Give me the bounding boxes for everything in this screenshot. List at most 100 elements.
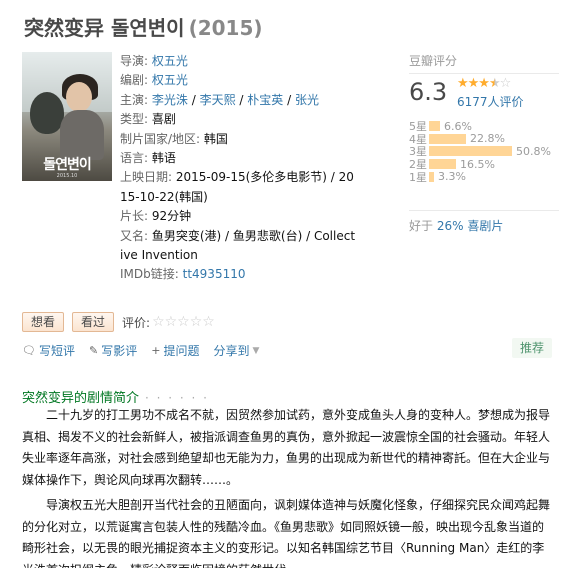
watched-button[interactable]: 看过 [72,312,115,332]
distribution-row: 5星 6.6% [409,119,559,134]
distribution-percent: 22.8% [470,132,505,146]
distribution-row: 3星 50.8% [409,144,559,159]
info-writer: 编剧: 权五光 [120,71,350,90]
director-link[interactable]: 权五光 [152,54,188,68]
summary-heading: 突然变异的剧情简介 · · · · · · [22,387,209,406]
want-to-watch-button[interactable]: 想看 [22,312,65,332]
imdb-link[interactable]: tt4935110 [183,267,246,281]
genre-value: 喜剧 [151,112,176,127]
poster-woman-body [60,110,104,160]
better-prefix: 好于 [409,219,437,233]
movie-info: 导演: 权五光 编剧: 权五光 主演: 李光洙 / 李天熙 / 朴宝英 / 张光… [120,52,355,285]
write-review-button[interactable]: ✎ 写影评 [89,342,137,359]
info-aka: 又名: 鱼男突变(港) / 鱼男悲歌(台) / Collect [120,227,355,246]
cast-link[interactable]: 李天熙 [200,93,236,107]
cast-separator: / [235,92,248,107]
info-runtime: 片长: 92分钟 [120,207,350,226]
imdb-label: IMDb链接: [120,267,179,282]
rating-header: 豆瓣评分 [409,52,559,74]
director-label: 导演: [120,54,149,68]
info-aka-cont: ive Invention [120,246,350,265]
writer-link[interactable]: 权五光 [152,73,188,87]
chevron-down-icon: ▼ [252,345,260,356]
distribution-percent: 50.8% [516,144,551,158]
writer-label: 编剧: [120,73,149,88]
star-off-icon: ☆ [499,76,512,91]
summary-paragraph: 二十九岁的打工男功不成名不就，因贸然参加试药，意外变成鱼头人身的变种人。梦想成为… [22,408,551,487]
poster-title-text: 돌연변이 [43,157,92,173]
distribution-bar [429,133,466,144]
info-country: 制片国家/地区: 韩国 [120,130,350,149]
distribution-row: 2星 16.5% [409,157,559,172]
release-value-line2: 15-10-22(韩国) [120,189,208,204]
distribution-bar [429,159,456,170]
language-label: 语言: [120,151,149,166]
plus-icon: + [151,344,161,357]
distribution-percent: 3.3% [438,170,466,184]
rate-stars-input[interactable]: ☆☆☆☆☆ [152,314,215,330]
cast-separator: / [283,92,295,107]
cast-link[interactable]: 张光 [295,93,319,107]
pencil-icon: ✎ [88,344,99,357]
movie-poster[interactable]: 돌연변이 2015.10 [22,52,112,181]
distribution-label: 1星 [409,170,427,184]
info-release-cont: 15-10-22(韩国) [120,188,350,207]
distribution-row: 4星 22.8% [409,132,559,146]
rating-distribution: 5星 6.6% 4星 22.8% 3星 50.8% 2星 16.5% 1星 3.… [409,119,559,184]
info-imdb: IMDb链接: tt4935110 [120,265,350,284]
info-language: 语言: 韩语 [120,149,350,168]
country-value: 韩国 [203,131,228,146]
runtime-label: 片长: [120,209,149,224]
better-than: 好于 26% 喜剧片 [409,210,559,234]
distribution-bar [429,171,434,182]
rating-score: 6.3 [409,78,448,106]
better-than-link[interactable]: 26% 喜剧片 [437,219,504,233]
genre-label: 类型: [120,112,149,127]
write-short-review-button[interactable]: 🗨 写短评 [22,342,75,359]
distribution-bar [429,146,512,157]
distribution-row: 1星 3.3% [409,170,559,184]
page-title: 突然变异 돌연변이 (2015) [24,12,263,41]
summary-body: 二十九岁的打工男功不成名不就，因贸然参加试药，意外变成鱼头人身的变种人。梦想成为… [22,405,552,568]
movie-title: 突然变异 돌연변이 [24,16,185,40]
aka-value-line1: 鱼男突变(港) / 鱼男悲歌(台) / Collect [151,228,356,243]
movie-year: (2015) [188,16,263,40]
summary-heading-dots: · · · · · · [145,391,209,405]
star-half-icon: ★ [488,76,501,91]
release-label: 上映日期: [120,170,173,185]
share-button[interactable]: 分享到 ▼ [213,342,259,359]
country-label: 制片国家/地区: [120,131,201,146]
aka-value-line2: ive Invention [120,248,198,263]
cast-link[interactable]: 李光洙 [152,93,188,107]
rating-stars: ★★★★☆ [457,76,512,91]
ask-question-button[interactable]: + 提问题 [151,342,199,359]
cast-label: 主演: [120,92,149,107]
distribution-percent: 16.5% [460,157,495,171]
tool-bar: 🗨 写短评 ✎ 写影评 + 提问题 分享到 ▼ 推荐 [22,338,552,359]
release-value-line1: 2015-09-15(多伦多电影节) / 20 [175,170,354,185]
runtime-value: 92分钟 [151,209,192,224]
distribution-percent: 6.6% [444,119,472,133]
cast-link[interactable]: 朴宝英 [247,93,283,107]
action-bar: 想看 看过 评价: ☆☆☆☆☆ [22,312,215,332]
info-genre: 类型: 喜剧 [120,110,350,129]
ask-question-label: 提问题 [163,344,200,358]
cast-separator: / [187,92,200,107]
rating-votes-link[interactable]: 6177人评价 [457,93,524,110]
info-release: 上映日期: 2015-09-15(多伦多电影节) / 20 [120,168,354,187]
distribution-bar [429,121,440,132]
rate-label: 评价: [122,315,151,330]
recommend-button[interactable]: 推荐 [511,338,552,358]
summary-paragraph: 导演权五光大胆剖开当代社会的丑陋面向，讽刺媒体造神与妖魔化怪象，仔细探究民众闻鸡… [22,498,551,568]
share-label: 分享到 [213,344,250,358]
star-on-icon: ★★★ [457,76,490,91]
summary-heading-text: 突然变异的剧情简介 [22,391,140,406]
poster-fish-head [30,92,64,134]
language-value: 韩语 [151,151,176,166]
write-review-label: 写影评 [101,344,138,358]
write-short-review-label: 写短评 [38,344,75,358]
info-director: 导演: 权五光 [120,52,350,71]
rating-panel: 豆瓣评分 6.3 ★★★★☆ 6177人评价 [409,52,559,109]
comment-icon: 🗨 [22,344,36,357]
poster-date-text: 2015.10 [56,173,78,179]
